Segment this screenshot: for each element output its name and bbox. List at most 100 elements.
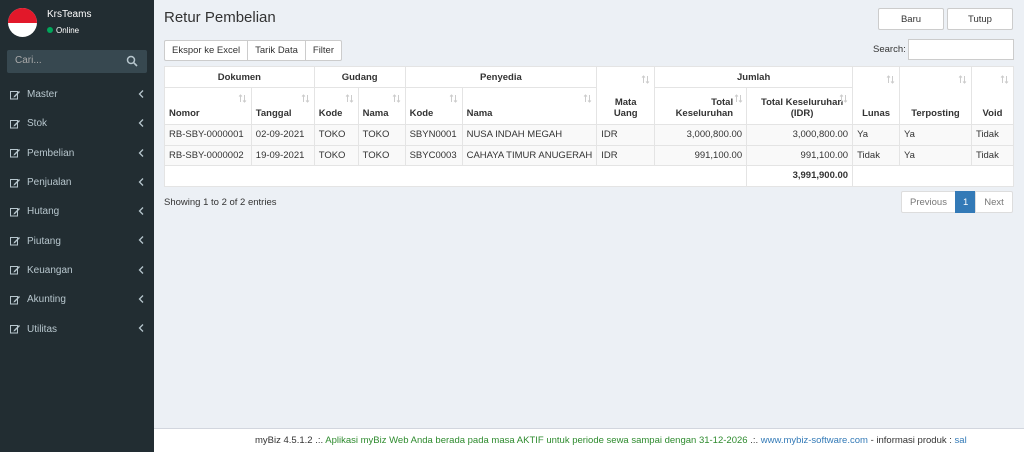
column-header-gudang-nama[interactable]: Nama xyxy=(357,87,406,125)
total-row-spacer xyxy=(852,165,1014,187)
chevron-left-icon xyxy=(138,90,144,98)
cell-penyedia-nama: NUSA INDAH MEGAH xyxy=(461,124,598,146)
sort-icon xyxy=(958,75,967,84)
column-label: Total Keseluruhan xyxy=(675,97,734,119)
footer: myBiz 4.5.1.2 .:. Aplikasi myBiz Web And… xyxy=(154,428,1024,452)
user-name: KrsTeams xyxy=(47,9,92,20)
column-label: Kode xyxy=(409,108,434,119)
column-header-gudang-kode[interactable]: Kode xyxy=(313,87,359,125)
edit-icon xyxy=(10,295,20,305)
online-dot-icon xyxy=(47,27,53,33)
pull-data-button[interactable]: Tarik Data xyxy=(247,40,306,61)
sort-icon xyxy=(238,94,247,103)
cell-gudang-kode: TOKO xyxy=(313,144,359,166)
flag-avatar xyxy=(8,8,37,37)
chevron-left-icon xyxy=(138,324,144,333)
close-button[interactable]: Tutup xyxy=(947,8,1013,30)
user-status: Online xyxy=(47,26,79,35)
cell-gudang-nama: TOKO xyxy=(357,124,406,146)
footer-separator: .:. xyxy=(750,435,759,446)
column-header-penyedia-kode[interactable]: Kode xyxy=(404,87,463,125)
table-row[interactable]: RB-SBY-0000001 02-09-2021 TOKO TOKO SBYN… xyxy=(164,124,1015,146)
filter-button[interactable]: Filter xyxy=(304,40,343,61)
cell-void: Tidak xyxy=(970,144,1015,166)
column-header-void[interactable]: Void xyxy=(970,66,1015,125)
cell-terposting: Ya xyxy=(899,124,972,146)
cell-mata-uang: IDR xyxy=(596,124,656,146)
footer-separator: .:. xyxy=(315,435,324,446)
cell-penyedia-kode: SBYN0001 xyxy=(404,124,463,146)
sidebar: KrsTeams Online Master Stok Pembelian Pe… xyxy=(0,0,154,452)
sidebar-item-label: Utilitas xyxy=(27,323,58,335)
column-header-penyedia-nama[interactable]: Nama xyxy=(461,87,598,125)
column-label: Nama xyxy=(362,108,389,119)
footer-product-link[interactable]: sal xyxy=(955,435,967,446)
sidebar-menu: Master Stok Pembelian Penjualan Hutang P… xyxy=(0,80,154,344)
column-label: Lunas xyxy=(862,108,891,119)
table-info: Showing 1 to 2 of 2 entries xyxy=(164,197,277,208)
table-row[interactable]: RB-SBY-0000002 19-09-2021 TOKO TOKO SBYC… xyxy=(164,144,1015,166)
page-title: Retur Pembelian xyxy=(164,9,276,26)
total-row: 3,991,900.00 xyxy=(163,165,1014,187)
cell-total: 991,100.00 xyxy=(654,144,748,166)
previous-page-button[interactable]: Previous xyxy=(901,191,956,213)
column-header-lunas[interactable]: Lunas xyxy=(852,66,901,125)
chevron-left-icon xyxy=(138,236,144,245)
footer-website-link[interactable]: www.mybiz-software.com xyxy=(761,435,868,446)
cell-mata-uang: IDR xyxy=(596,144,656,166)
cell-void: Tidak xyxy=(970,124,1015,146)
sidebar-item-piutang[interactable]: Piutang xyxy=(0,226,154,255)
column-label: Total Keseluruhan (IDR) xyxy=(760,97,844,119)
column-header-tanggal[interactable]: Tanggal xyxy=(250,87,315,125)
column-header-nomor[interactable]: Nomor xyxy=(164,87,252,125)
user-status-label: Online xyxy=(56,26,80,35)
column-label: Nama xyxy=(466,108,493,119)
page-1-button[interactable]: 1 xyxy=(954,191,977,213)
chevron-left-icon xyxy=(138,177,144,186)
sidebar-item-label: Stok xyxy=(27,118,48,130)
edit-icon xyxy=(10,119,20,129)
column-header-total[interactable]: Total Keseluruhan xyxy=(654,87,748,125)
column-header-total-idr[interactable]: Total Keseluruhan (IDR) xyxy=(746,87,854,125)
sidebar-item-keuangan[interactable]: Keuangan xyxy=(0,256,154,285)
export-excel-button[interactable]: Ekspor ke Excel xyxy=(164,40,249,61)
sort-icon xyxy=(886,75,895,84)
search-icon[interactable] xyxy=(126,55,138,67)
edit-icon xyxy=(10,90,20,100)
data-table: Dokumen Gudang Penyedia Mata Uang Jumlah… xyxy=(163,66,1015,187)
column-header-terposting[interactable]: Terposting xyxy=(899,66,972,125)
cell-lunas: Ya xyxy=(852,124,901,146)
search-input[interactable] xyxy=(908,39,1014,60)
sidebar-item-penjualan[interactable]: Penjualan xyxy=(0,168,154,197)
sort-icon xyxy=(583,94,592,103)
cell-lunas: Tidak xyxy=(852,144,901,166)
sidebar-item-stok[interactable]: Stok xyxy=(0,109,154,138)
sidebar-item-label: Keuangan xyxy=(27,264,73,276)
cell-total-idr: 991,100.00 xyxy=(746,144,854,166)
chevron-left-icon xyxy=(138,119,144,128)
sidebar-item-utilitas[interactable]: Utilitas xyxy=(0,314,154,343)
group-header-dokumen: Dokumen xyxy=(164,66,315,88)
cell-total: 3,000,800.00 xyxy=(654,124,748,146)
sidebar-item-akunting[interactable]: Akunting xyxy=(0,285,154,314)
group-header-penyedia: Penyedia xyxy=(404,66,598,88)
total-row-spacer xyxy=(163,165,748,187)
chevron-left-icon xyxy=(138,207,144,216)
sidebar-search-input[interactable] xyxy=(15,55,125,66)
column-label: Kode xyxy=(318,108,343,119)
group-header-gudang: Gudang xyxy=(313,66,406,88)
cell-tanggal: 02-09-2021 xyxy=(250,124,315,146)
group-header-jumlah: Jumlah xyxy=(654,66,854,88)
sort-icon xyxy=(839,94,848,103)
new-button[interactable]: Baru xyxy=(878,8,944,30)
edit-icon xyxy=(10,324,20,334)
chevron-left-icon xyxy=(138,295,144,304)
footer-info-label: - informasi produk : xyxy=(870,435,952,446)
edit-icon xyxy=(10,265,20,275)
sidebar-item-hutang[interactable]: Hutang xyxy=(0,197,154,226)
column-header-mata-uang[interactable]: Mata Uang xyxy=(596,66,656,125)
next-page-button[interactable]: Next xyxy=(975,191,1013,213)
toolbar-button-group: Ekspor ke Excel Tarik Data Filter xyxy=(164,40,343,61)
sidebar-item-master[interactable]: Master xyxy=(0,80,154,109)
sidebar-item-pembelian[interactable]: Pembelian xyxy=(0,139,154,168)
